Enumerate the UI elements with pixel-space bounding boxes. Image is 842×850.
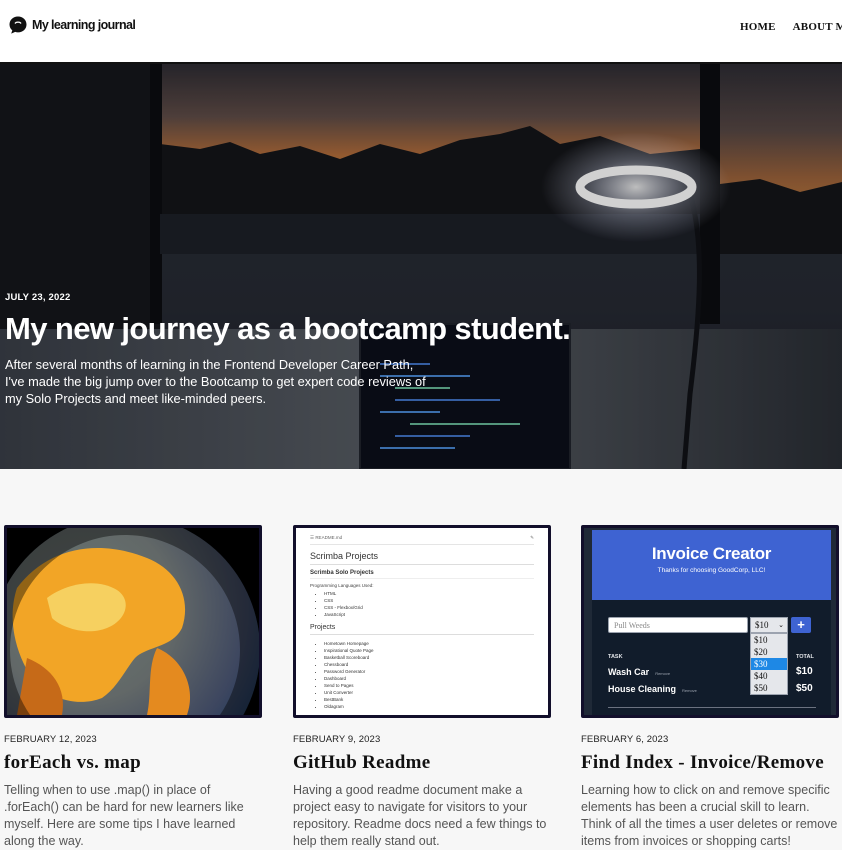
- invoice-price-options: $10 $20 $30 $40 $50: [750, 633, 788, 695]
- invoice-option-selected: $30: [751, 658, 787, 670]
- post-thumbnail-readme[interactable]: ☰ README.md ✎ Scrimba Projects Scrimba S…: [293, 525, 551, 718]
- main-nav: HOME ABOUT ME: [740, 21, 842, 33]
- list-item: Oldagram: [324, 703, 534, 710]
- list-item: CSS - Flexbox/Grid: [324, 604, 534, 611]
- list-item: Basketball Scoreboard: [324, 654, 534, 661]
- list-item: HTML: [324, 590, 534, 597]
- list-item: Chessboard: [324, 661, 534, 668]
- post-date: FEBRUARY 6, 2023: [581, 734, 669, 745]
- post-thumbnail-globe[interactable]: [4, 525, 262, 718]
- post-card-foreach-vs-map[interactable]: FEBRUARY 12, 2023 forEach vs. map Tellin…: [4, 525, 266, 850]
- post-excerpt: Having a good readme document make a pro…: [293, 783, 547, 848]
- post-card-find-index[interactable]: Invoice Creator Thanks for choosing Good…: [581, 525, 842, 850]
- post-title[interactable]: forEach vs. map: [4, 752, 266, 774]
- globe-image: [7, 528, 259, 715]
- list-item: Hometown Homepage: [324, 640, 534, 647]
- list-icon: ☰: [310, 535, 315, 540]
- invoice-screenshot: Invoice Creator Thanks for choosing Good…: [584, 528, 836, 715]
- invoice-row-remove: Remove: [682, 688, 697, 693]
- hero-background-image: [0, 64, 842, 469]
- invoice-subtitle: Thanks for choosing GoodCorp, LLC!: [657, 567, 766, 574]
- readme-projects-list: Hometown Homepage Inspirational Quote Pa…: [310, 640, 534, 710]
- post-excerpt: Learning how to click on and remove spec…: [581, 783, 838, 848]
- readme-title: Scrimba Projects: [310, 551, 534, 565]
- invoice-row-task: Wash Car: [608, 667, 650, 677]
- invoice-body: Pull Weeds $10 ⌄ + $10 $20 $30 $40 $50 T…: [592, 600, 831, 715]
- readme-file-name: README.md: [315, 535, 343, 540]
- hero-title[interactable]: My new journey as a bootcamp student.: [5, 311, 571, 347]
- invoice-divider: [608, 707, 816, 708]
- invoice-row: Wash Car Remove: [608, 667, 670, 677]
- readme-projects-heading: Projects: [310, 624, 534, 635]
- logo-text: My learning journal: [32, 18, 136, 32]
- list-item: JavaScript: [324, 611, 534, 618]
- post-date: FEBRUARY 12, 2023: [4, 734, 97, 745]
- post-title[interactable]: Find Index - Invoice/Remove: [581, 752, 842, 774]
- invoice-task-header: TASK: [608, 654, 623, 660]
- invoice-row-amount: $50: [796, 683, 813, 694]
- hero-text: JULY 23, 2022 My new journey as a bootca…: [5, 292, 571, 407]
- invoice-row-amount: $10: [796, 666, 813, 677]
- invoice-header: Invoice Creator Thanks for choosing Good…: [592, 530, 831, 600]
- post-card-github-readme[interactable]: ☰ README.md ✎ Scrimba Projects Scrimba S…: [293, 525, 555, 850]
- speech-bubble-icon: [9, 16, 27, 34]
- readme-subtitle: Scrimba Solo Projects: [310, 570, 534, 579]
- invoice-row: House Cleaning Remove: [608, 684, 697, 694]
- post-title[interactable]: GitHub Readme: [293, 752, 555, 774]
- invoice-add-button: +: [791, 617, 811, 633]
- list-item: BestBank: [324, 696, 534, 703]
- list-item: Send to Pages: [324, 682, 534, 689]
- invoice-row-remove: Remove: [655, 671, 671, 676]
- list-item: CSS: [324, 597, 534, 604]
- invoice-task-input: Pull Weeds: [608, 617, 748, 633]
- hero-date: JULY 23, 2022: [5, 292, 71, 303]
- invoice-total-header: TOTAL: [796, 654, 814, 660]
- hero-featured-post[interactable]: JULY 23, 2022 My new journey as a bootca…: [0, 64, 842, 469]
- list-item: Inspirational Quote Page: [324, 647, 534, 654]
- invoice-select-value: $10: [755, 620, 769, 630]
- list-item: Unit Converter: [324, 689, 534, 696]
- post-date: FEBRUARY 9, 2023: [293, 734, 381, 745]
- hero-description: After several months of learning in the …: [5, 357, 426, 406]
- nav-home-link[interactable]: HOME: [740, 21, 776, 33]
- site-header: My learning journal HOME ABOUT ME: [0, 0, 842, 64]
- nav-about-me-link[interactable]: ABOUT ME: [793, 21, 842, 33]
- readme-screenshot: ☰ README.md ✎ Scrimba Projects Scrimba S…: [300, 532, 544, 715]
- readme-file-bar: ☰ README.md ✎: [310, 532, 534, 545]
- list-item: Dashboard: [324, 675, 534, 682]
- logo[interactable]: My learning journal: [8, 15, 136, 35]
- invoice-option: $20: [754, 647, 768, 657]
- invoice-option: $10: [754, 635, 768, 645]
- readme-languages-label: Programming Languages Used:: [310, 583, 374, 588]
- invoice-option: $50: [754, 683, 768, 693]
- invoice-row-task: House Cleaning: [608, 684, 677, 694]
- invoice-option: $40: [754, 671, 768, 681]
- readme-languages-list: HTML CSS CSS - Flexbox/Grid JavaScript: [310, 590, 534, 618]
- invoice-title: Invoice Creator: [651, 544, 772, 563]
- chevron-down-icon: ⌄: [778, 621, 784, 629]
- list-item: Password Generator: [324, 668, 534, 675]
- invoice-price-select: $10 ⌄: [750, 617, 788, 633]
- post-excerpt: Telling when to use .map() in place of .…: [4, 783, 244, 848]
- edit-pencil-icon: ✎: [530, 535, 534, 540]
- post-thumbnail-invoice[interactable]: Invoice Creator Thanks for choosing Good…: [581, 525, 839, 718]
